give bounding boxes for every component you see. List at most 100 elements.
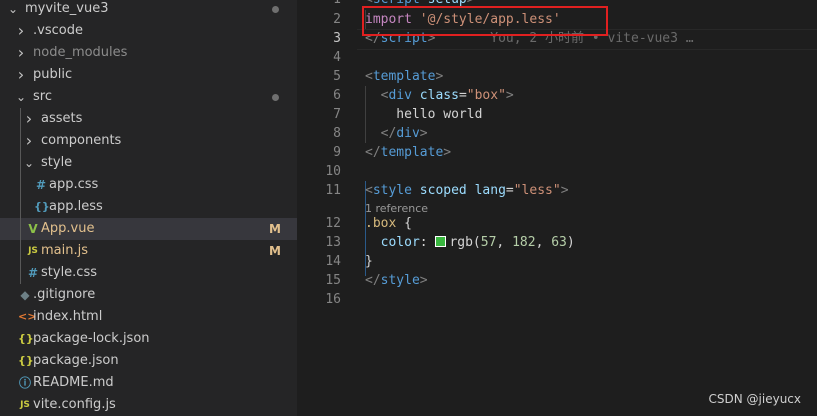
color-swatch-icon[interactable] — [435, 236, 447, 247]
tree-item-node-modules[interactable]: › node_modules — [0, 42, 297, 64]
code-token: scoped — [411, 183, 467, 198]
line-number: 10 — [325, 164, 341, 179]
code-token: template — [372, 69, 436, 84]
chevron-down-icon: ⌄ — [8, 2, 19, 16]
tree-item-myvite-vue3[interactable]: ⌄ myvite_vue3 — [0, 0, 297, 20]
code-line[interactable]: </style> — [365, 271, 428, 290]
file-type-icon: ⓘ — [18, 376, 31, 390]
code-token: > — [443, 145, 452, 160]
code-token: > — [419, 126, 428, 141]
code-token: rgb( — [449, 235, 481, 250]
code-line[interactable]: </div> — [365, 124, 428, 143]
tree-item-label: components — [41, 133, 122, 148]
code-line[interactable]: </template> — [365, 143, 451, 162]
code-token: </ — [365, 273, 381, 288]
tree-item--gitignore[interactable]: ◆ .gitignore — [0, 284, 297, 306]
code-token: .box — [365, 216, 397, 231]
code-token: > — [560, 183, 569, 198]
tree-item-label: assets — [41, 111, 83, 126]
tree-item-components[interactable]: › components — [0, 130, 297, 152]
line-number: 1 — [297, 0, 341, 9]
code-line[interactable]: hello world — [365, 105, 482, 124]
code-token: } — [365, 254, 373, 269]
code-token: class — [411, 88, 459, 103]
tree-item-label: vite.config.js — [33, 397, 116, 412]
code-line[interactable]: } — [365, 252, 373, 271]
tree-item-public[interactable]: › public — [0, 64, 297, 86]
line-number: 16 — [325, 292, 341, 307]
code-token: "less" — [513, 183, 561, 198]
tree-item-package-json[interactable]: {} package.json — [0, 350, 297, 372]
tree-item-assets[interactable]: › assets — [0, 108, 297, 130]
file-type-icon: ◆ — [20, 288, 30, 302]
code-token: > — [505, 88, 514, 103]
chevron-right-icon: › — [17, 65, 25, 84]
tree-item-index-html[interactable]: <> index.html — [0, 306, 297, 328]
tree-item-main-js[interactable]: JS main.js M — [0, 240, 297, 262]
code-token: color — [380, 235, 420, 250]
tree-item-app-css[interactable]: # app.css — [0, 174, 297, 196]
tree-item-label: .gitignore — [33, 287, 96, 302]
git-modified-badge: M — [269, 222, 281, 236]
tree-item-style-css[interactable]: # style.css — [0, 262, 297, 284]
tree-item-readme-md[interactable]: ⓘ README.md — [0, 372, 297, 394]
code-token: hello world — [365, 107, 483, 122]
code-token: div — [388, 88, 412, 103]
code-line[interactable]: <template> — [365, 67, 443, 86]
tree-item-label: public — [33, 67, 73, 82]
file-type-icon: <> — [18, 310, 37, 323]
chevron-right-icon: › — [25, 131, 33, 150]
code-token: > — [435, 69, 444, 84]
code-token: < — [365, 69, 373, 84]
tree-item-label: index.html — [33, 309, 103, 324]
tree-item-label: README.md — [33, 375, 114, 390]
line-number: 7 — [333, 107, 341, 122]
tree-item-app-less[interactable]: {} app.less — [0, 196, 297, 218]
code-token: = — [458, 88, 467, 103]
tree-item-package-lock-json[interactable]: {} package-lock.json — [0, 328, 297, 350]
tree-item--vscode[interactable]: › .vscode — [0, 20, 297, 42]
tree-item-label: node_modules — [33, 45, 128, 60]
code-token: > — [419, 273, 428, 288]
file-type-icon: {} — [34, 200, 50, 213]
tree-item-label: style — [41, 155, 73, 170]
codelens-references[interactable]: 1 reference — [365, 202, 428, 216]
file-type-icon: {} — [18, 354, 34, 367]
file-type-icon: {} — [18, 332, 34, 345]
file-type-icon: JS — [20, 400, 30, 410]
code-token: template — [380, 145, 444, 160]
code-token: style — [372, 183, 412, 198]
line-number: 3 — [333, 31, 341, 46]
tree-item-label: .vscode — [33, 23, 83, 38]
code-token: 63 — [551, 235, 567, 250]
line-number: 4 — [333, 50, 341, 65]
tree-item-label: src — [33, 89, 52, 104]
line-number: 5 — [333, 69, 341, 84]
tree-item-app-vue[interactable]: V App.vue M — [0, 218, 297, 240]
line-number: 2 — [333, 12, 341, 27]
annotation-highlight-box — [362, 6, 608, 36]
tree-item-vite-config-js[interactable]: JS vite.config.js — [0, 394, 297, 416]
code-editor[interactable]: 1<script setup>2import '@/style/app.less… — [297, 0, 817, 416]
code-token: { — [396, 216, 412, 231]
code-token: , — [496, 235, 513, 250]
tree-item-style[interactable]: ⌄ style — [0, 152, 297, 174]
file-type-icon: # — [27, 266, 39, 280]
code-token: < — [365, 183, 373, 198]
code-line[interactable]: <style scoped lang="less"> — [365, 181, 569, 200]
tree-item-src[interactable]: ⌄ src — [0, 86, 297, 108]
file-type-icon: V — [28, 222, 38, 236]
code-line[interactable]: .box { — [365, 214, 412, 233]
chevron-right-icon: › — [17, 21, 25, 40]
code-token: </ — [380, 126, 397, 141]
file-type-icon: JS — [28, 246, 38, 256]
code-line[interactable]: color: rgb(57, 182, 63) — [365, 233, 575, 252]
tree-item-label: app.css — [49, 177, 99, 192]
code-token: , — [535, 235, 552, 250]
line-number: 6 — [333, 88, 341, 103]
modified-dot-icon — [272, 6, 279, 13]
code-line[interactable]: <div class="box"> — [365, 86, 514, 105]
tree-item-label: app.less — [49, 199, 103, 214]
line-number: 9 — [333, 145, 341, 160]
file-type-icon: # — [35, 178, 47, 192]
